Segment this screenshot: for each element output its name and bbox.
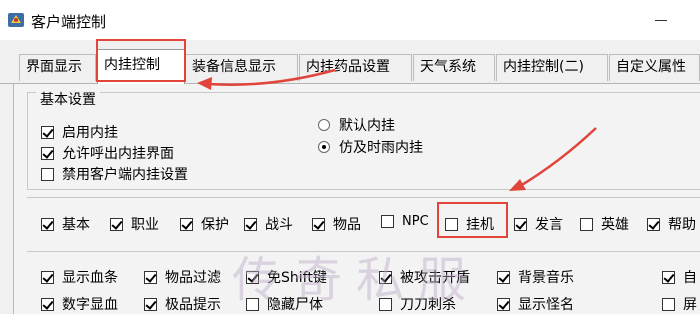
title-bar: 客户端控制 xyxy=(0,0,700,40)
checkbox[interactable] xyxy=(312,217,325,231)
option-label: 刀刀刺杀 xyxy=(400,297,456,313)
tab-equipment-info[interactable]: 装备信息显示 xyxy=(185,54,298,81)
tab-plugin-control[interactable]: 内挂控制 xyxy=(97,49,185,85)
channel-combat[interactable]: 战斗 xyxy=(244,214,293,234)
option-label: 屏 xyxy=(683,297,697,313)
checkbox[interactable] xyxy=(445,217,458,231)
option-label: 启用内挂 xyxy=(62,125,118,141)
checkbox[interactable] xyxy=(246,297,259,311)
option-label: 极品提示 xyxy=(165,297,221,313)
option-label: 被攻击开盾 xyxy=(400,270,470,286)
option-label: 战斗 xyxy=(265,217,293,233)
checkbox[interactable] xyxy=(497,270,510,284)
option-label: 职业 xyxy=(131,217,159,233)
app-icon xyxy=(8,13,24,27)
allow-open-plugin-ui-option[interactable]: 允许呼出内挂界面 xyxy=(41,143,174,163)
checkbox[interactable] xyxy=(379,270,392,284)
enable-plugin-option[interactable]: 启用内挂 xyxy=(41,122,118,142)
option-label: 背景音乐 xyxy=(518,270,574,286)
checkbox[interactable] xyxy=(41,297,54,311)
channel-basic[interactable]: 基本 xyxy=(41,214,90,234)
option-truncated-1[interactable]: 自 xyxy=(662,267,697,287)
checkbox[interactable] xyxy=(580,217,593,231)
separator xyxy=(27,251,700,252)
channel-protect[interactable]: 保护 xyxy=(180,214,229,234)
option-show-monster-names[interactable]: 显示怪名 xyxy=(497,294,574,314)
checkbox[interactable] xyxy=(41,125,54,139)
option-label: 自 xyxy=(683,270,697,286)
option-show-hp-bar[interactable]: 显示血条 xyxy=(41,267,118,287)
disable-client-plugin-settings-option[interactable]: 禁用客户端内挂设置 xyxy=(41,164,188,184)
option-shield-on-attack[interactable]: 被攻击开盾 xyxy=(379,267,470,287)
option-label: 免Shift键 xyxy=(267,270,327,286)
tab-custom-attributes[interactable]: 自定义属性 xyxy=(609,54,700,81)
option-label: 显示怪名 xyxy=(518,297,574,313)
tab-plugin-control-2[interactable]: 内挂控制(二) xyxy=(496,54,608,81)
channel-items[interactable]: 物品 xyxy=(312,214,361,234)
checkbox[interactable] xyxy=(662,270,675,284)
option-label: 帮助 xyxy=(668,217,696,233)
checkbox[interactable] xyxy=(514,217,527,231)
channel-speak[interactable]: 发言 xyxy=(514,214,563,234)
basic-settings-legend: 基本设置 xyxy=(36,89,100,109)
channel-afk[interactable]: 挂机 xyxy=(445,214,494,234)
option-label: 数字显血 xyxy=(62,297,118,313)
option-label: 允许呼出内挂界面 xyxy=(62,146,174,162)
channel-hero[interactable]: 英雄 xyxy=(580,214,629,234)
option-label: 隐藏尸体 xyxy=(267,297,323,313)
minimize-button[interactable] xyxy=(648,6,676,30)
checkbox[interactable] xyxy=(41,270,54,284)
option-hide-corpses[interactable]: 隐藏尸体 xyxy=(246,294,323,314)
radio-button[interactable] xyxy=(318,119,330,131)
checkbox[interactable] xyxy=(41,217,54,231)
option-item-filter[interactable]: 物品过滤 xyxy=(144,267,221,287)
option-label: NPC xyxy=(402,214,429,229)
option-label: 挂机 xyxy=(466,217,494,233)
radio-button[interactable] xyxy=(318,141,330,153)
tab-interface-display[interactable]: 界面显示 xyxy=(19,54,96,81)
option-no-shift[interactable]: 免Shift键 xyxy=(246,267,327,287)
checkbox[interactable] xyxy=(246,270,259,284)
tab-weather-system[interactable]: 天气系统 xyxy=(413,54,495,81)
option-label: 物品过滤 xyxy=(165,270,221,286)
checkbox[interactable] xyxy=(647,217,660,231)
option-label: 物品 xyxy=(333,217,361,233)
checkbox[interactable] xyxy=(110,217,123,231)
option-always-stab[interactable]: 刀刀刺杀 xyxy=(379,294,456,314)
tab-plugin-potion-settings[interactable]: 内挂药品设置 xyxy=(299,54,412,81)
option-label: 保护 xyxy=(201,217,229,233)
separator xyxy=(27,197,700,198)
window-title: 客户端控制 xyxy=(31,13,107,31)
checkbox[interactable] xyxy=(379,297,392,311)
checkbox[interactable] xyxy=(381,215,394,228)
option-label: 显示血条 xyxy=(62,270,118,286)
option-bg-music[interactable]: 背景音乐 xyxy=(497,267,574,287)
channel-class[interactable]: 职业 xyxy=(110,214,159,234)
channel-npc[interactable]: NPC xyxy=(381,214,429,229)
option-label: 英雄 xyxy=(601,217,629,233)
radio-label: 默认内挂 xyxy=(339,118,395,134)
checkbox[interactable] xyxy=(41,146,54,160)
checkbox[interactable] xyxy=(244,217,257,231)
tab-strip: 界面显示 内挂控制 装备信息显示 内挂药品设置 天气系统 内挂控制(二) 自定义… xyxy=(0,40,700,85)
option-label: 基本 xyxy=(62,217,90,233)
option-label: 发言 xyxy=(535,217,563,233)
checkbox[interactable] xyxy=(180,217,193,231)
channel-help[interactable]: 帮助 xyxy=(647,214,696,234)
radio-label: 仿及时雨内挂 xyxy=(339,140,423,156)
checkbox[interactable] xyxy=(662,297,675,311)
option-label: 禁用客户端内挂设置 xyxy=(62,167,188,183)
checkbox[interactable] xyxy=(144,297,157,311)
jishiyu-style-plugin-radio[interactable]: 仿及时雨内挂 xyxy=(318,137,423,157)
option-numeric-hp[interactable]: 数字显血 xyxy=(41,294,118,314)
option-rare-item-alert[interactable]: 极品提示 xyxy=(144,294,221,314)
default-plugin-radio[interactable]: 默认内挂 xyxy=(318,115,395,135)
checkbox[interactable] xyxy=(41,167,54,181)
checkbox[interactable] xyxy=(497,297,510,311)
option-truncated-2[interactable]: 屏 xyxy=(662,294,697,314)
checkbox[interactable] xyxy=(144,270,157,284)
